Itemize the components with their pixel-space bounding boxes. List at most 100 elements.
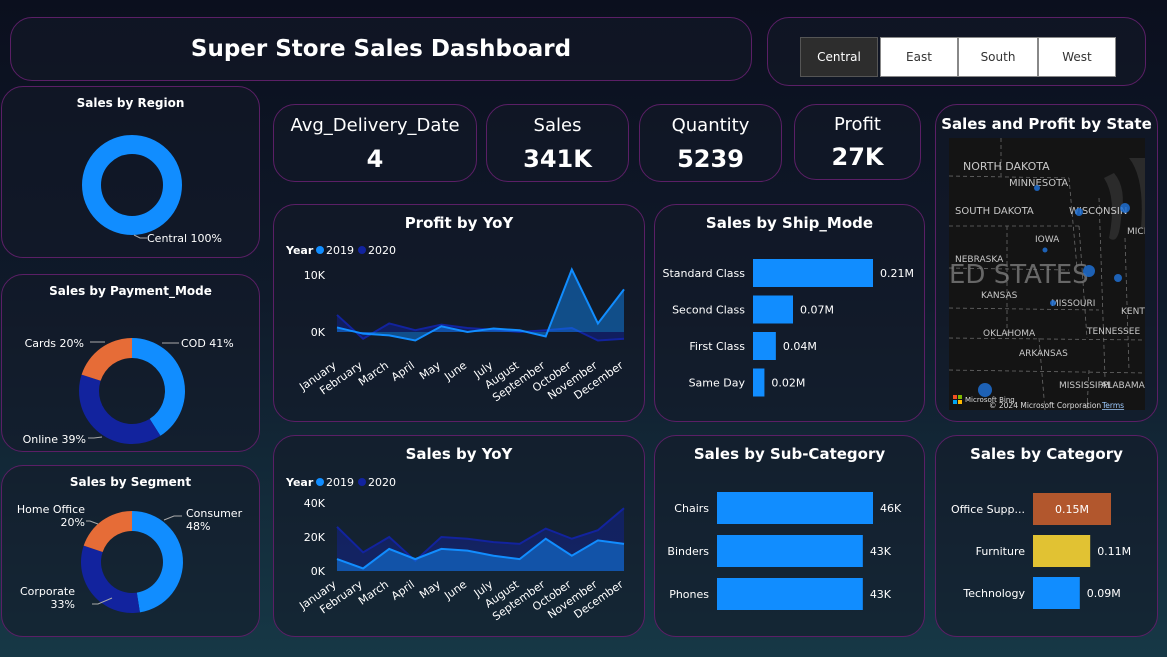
category-label: Chairs — [674, 502, 709, 515]
bar — [717, 492, 873, 524]
map-state-label: NORTH DAKOTA — [963, 160, 1050, 173]
kpi-value: 4 — [366, 145, 384, 173]
slicer-south-button[interactable]: South — [958, 37, 1038, 77]
state-border — [1098, 197, 1106, 379]
x-tick-label: April — [389, 359, 417, 384]
legend-marker — [358, 478, 366, 486]
bing-logo-icon — [958, 395, 962, 399]
sales-by-yoy-chart: Year 2019 20200K20K40KJanuaryFebruaryMarch… — [285, 476, 626, 623]
map-terms-link[interactable]: Terms — [1101, 401, 1124, 410]
data-label: 43K — [870, 545, 892, 558]
state-bubble — [1034, 185, 1040, 191]
x-tick-label: March — [356, 359, 391, 389]
legend-label: 2019 — [326, 476, 354, 489]
kpi-avg-delivery-date-card: Avg_Delivery_Date 4 — [273, 104, 477, 182]
slice-label: Consumer — [186, 507, 243, 520]
sales-by-payment-mode-chart: COD 41% Online 39% Cards 20% — [23, 337, 234, 446]
state-border — [1068, 177, 1078, 269]
region-slicer: Central East South West — [767, 17, 1146, 86]
legend-marker — [316, 246, 324, 254]
x-tick-label: March — [356, 578, 391, 608]
sales-by-sub-category-chart: Chairs 46K Binders 43K Phones 43K — [667, 492, 902, 610]
state-bubble — [1083, 265, 1095, 277]
slice-label: 48% — [186, 520, 210, 533]
sales-by-region-chart: Central 100% — [82, 135, 222, 245]
kpi-label: Sales — [533, 115, 582, 136]
data-label: 0.07M — [800, 304, 834, 317]
map-state-label: ARKANSAS — [1019, 349, 1068, 359]
data-label: 0.15M — [1055, 503, 1089, 516]
bing-logo-icon — [958, 400, 962, 404]
profit-by-yoy-card: Profit by YoY Year 2019 2020 0K 10K January Fe… — [273, 204, 645, 422]
page-title: Super Store Sales Dashboard — [190, 36, 572, 62]
sales-by-segment-card: Sales by Segment Consumer 48% Corporate 33%… — [1, 465, 260, 637]
bar — [753, 332, 776, 360]
category-label: Same Day — [689, 377, 746, 390]
leader-line — [86, 520, 99, 525]
bar — [753, 259, 873, 287]
chart-title: Sales by Category — [970, 445, 1123, 463]
y-tick-label: 10K — [304, 269, 326, 282]
map-state-label: SOUTH DAKOTA — [955, 206, 1034, 217]
data-label: 0.04M — [783, 340, 817, 353]
slice-label: Home Office — [17, 503, 85, 516]
category-label: Office Supp... — [951, 503, 1025, 516]
sales-profit-map[interactable]: NORTH DAKOTAMINNESOTASOUTH DAKOTA WISCONS… — [949, 138, 1145, 410]
kpi-sales-card: Sales 341K — [486, 104, 629, 182]
bar — [717, 535, 863, 567]
category-label: Standard Class — [663, 267, 746, 280]
bing-logo-icon — [953, 395, 957, 399]
sales-by-ship-mode-chart: Standard Class 0.21M Second Class 0.07M Firs… — [663, 259, 914, 397]
legend-label: 2019 — [326, 244, 354, 257]
sales-by-category-card: Sales by Category Office Supp... 0.15M Fur… — [935, 435, 1158, 637]
state-border — [949, 337, 1145, 341]
x-tick-label: May — [417, 578, 443, 602]
lake-shape — [1129, 158, 1145, 228]
slice-label: Online 39% — [23, 433, 86, 446]
kpi-quantity-card: Quantity 5239 — [639, 104, 782, 182]
data-label: 46K — [880, 502, 902, 515]
legend-marker — [358, 246, 366, 254]
donut-slice — [81, 338, 132, 381]
data-label: 0.11M — [1097, 545, 1131, 558]
donut-slice — [83, 511, 132, 553]
data-label: 0.02M — [771, 377, 805, 390]
leader-line — [88, 436, 103, 439]
kpi-value: 5239 — [677, 145, 744, 173]
sales-by-region-card: Sales by Region Central 100% — [1, 86, 260, 258]
slice-label: 33% — [51, 598, 75, 611]
category-label: Technology — [962, 587, 1025, 600]
chart-title: Sales by YoY — [405, 445, 513, 463]
legend-label: 2020 — [368, 244, 396, 257]
slicer-west-button[interactable]: West — [1038, 37, 1116, 77]
slice-label: Corporate — [20, 585, 75, 598]
map-state-label: IOWA — [1035, 235, 1060, 245]
state-bubble — [1120, 203, 1130, 213]
map-credit: © 2024 Microsoft Corporation — [989, 401, 1101, 410]
data-label: 43K — [870, 588, 892, 601]
x-tick-label: June — [441, 578, 469, 603]
state-border — [949, 369, 1145, 374]
map-state-label: MICHIG — [1127, 227, 1145, 237]
sales-by-segment-chart: Consumer48% Corporate33% Home Office20% — [17, 503, 243, 613]
slicer-central-button[interactable]: Central — [800, 37, 878, 77]
bar — [753, 295, 793, 324]
kpi-profit-card: Profit 27K — [794, 104, 921, 180]
bar — [753, 368, 765, 397]
category-label: Second Class — [672, 304, 745, 317]
map-state-label: ALABAMA — [1101, 381, 1145, 391]
y-tick-label: 0K — [311, 565, 326, 578]
map-state-label: TENNESSEE — [1086, 327, 1140, 337]
y-tick-label: 40K — [304, 497, 326, 510]
category-label: Binders — [667, 545, 709, 558]
slice-label: 20% — [61, 516, 85, 529]
bar — [717, 578, 863, 610]
map-state-label: MISSOURI — [1051, 299, 1095, 309]
chart-title: Sales by Sub-Category — [693, 445, 886, 463]
slicer-east-button[interactable]: East — [880, 37, 958, 77]
kpi-value: 27K — [831, 143, 884, 171]
leader-line — [133, 234, 147, 239]
kpi-label: Avg_Delivery_Date — [290, 115, 460, 136]
bar — [1033, 577, 1080, 609]
bing-logo-icon — [953, 400, 957, 404]
